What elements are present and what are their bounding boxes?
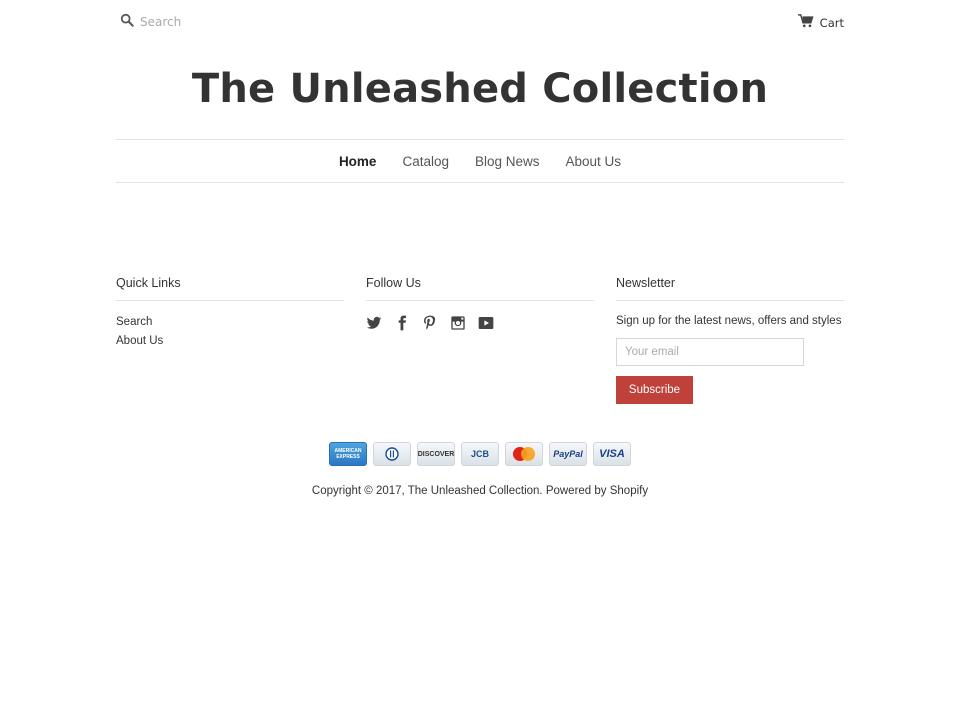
jcb-icon: JCB — [461, 442, 499, 466]
header-search — [120, 12, 300, 31]
footer-newsletter: Newsletter Sign up for the latest news, … — [616, 276, 844, 404]
subscribe-button[interactable]: Subscribe — [616, 376, 693, 404]
footer-follow-us: Follow Us — [366, 276, 594, 333]
payment-icons: AMERICAN EXPRESS DISCOVER JCB PayPal VIS… — [0, 442, 960, 466]
discover-icon: DISCOVER — [417, 442, 455, 466]
american-express-icon: AMERICAN EXPRESS — [329, 442, 367, 466]
newsletter-text: Sign up for the latest news, offers and … — [616, 315, 842, 327]
twitter-icon[interactable] — [366, 313, 394, 333]
cart-label: Cart — [819, 15, 844, 30]
top-bar: Cart — [116, 10, 844, 38]
jcb-label: JCB — [470, 449, 489, 459]
quick-links-heading: Quick Links — [116, 276, 344, 301]
diners-club-icon — [373, 442, 411, 466]
mastercard-icon — [505, 442, 543, 466]
instagram-icon[interactable] — [450, 313, 478, 333]
facebook-icon[interactable] — [394, 313, 422, 333]
cart-icon — [797, 14, 820, 31]
pinterest-icon[interactable] — [422, 313, 450, 333]
follow-us-heading: Follow Us — [366, 276, 594, 301]
footer-quick-links: Quick Links Search About Us — [116, 276, 344, 351]
nav-item-blog-news[interactable]: Blog News — [475, 154, 540, 169]
nav-item-home[interactable]: Home — [339, 154, 377, 169]
visa-label: VISA — [599, 448, 625, 460]
youtube-icon[interactable] — [478, 313, 506, 333]
paypal-icon: PayPal — [549, 442, 587, 466]
search-input[interactable] — [140, 14, 300, 29]
amex-label: AMERICAN EXPRESS — [334, 448, 362, 460]
nav-item-catalog[interactable]: Catalog — [402, 154, 449, 169]
visa-icon: VISA — [593, 442, 631, 466]
nav-item-about-us[interactable]: About Us — [566, 154, 622, 169]
paypal-label: PayPal — [553, 449, 583, 459]
newsletter-heading: Newsletter — [616, 276, 844, 301]
search-icon[interactable] — [120, 12, 134, 31]
main-nav: Home Catalog Blog News About Us — [116, 139, 844, 183]
cart-link[interactable]: Cart — [797, 14, 844, 31]
footer-link-about-us[interactable]: About Us — [116, 332, 344, 351]
newsletter-email-input[interactable] — [616, 338, 804, 366]
discover-label: DISCOVER — [417, 450, 455, 458]
copyright-text: Copyright © 2017, The Unleashed Collecti… — [311, 485, 649, 497]
footer-link-search[interactable]: Search — [116, 313, 344, 332]
site-title[interactable]: The Unleashed Collection — [0, 66, 960, 112]
